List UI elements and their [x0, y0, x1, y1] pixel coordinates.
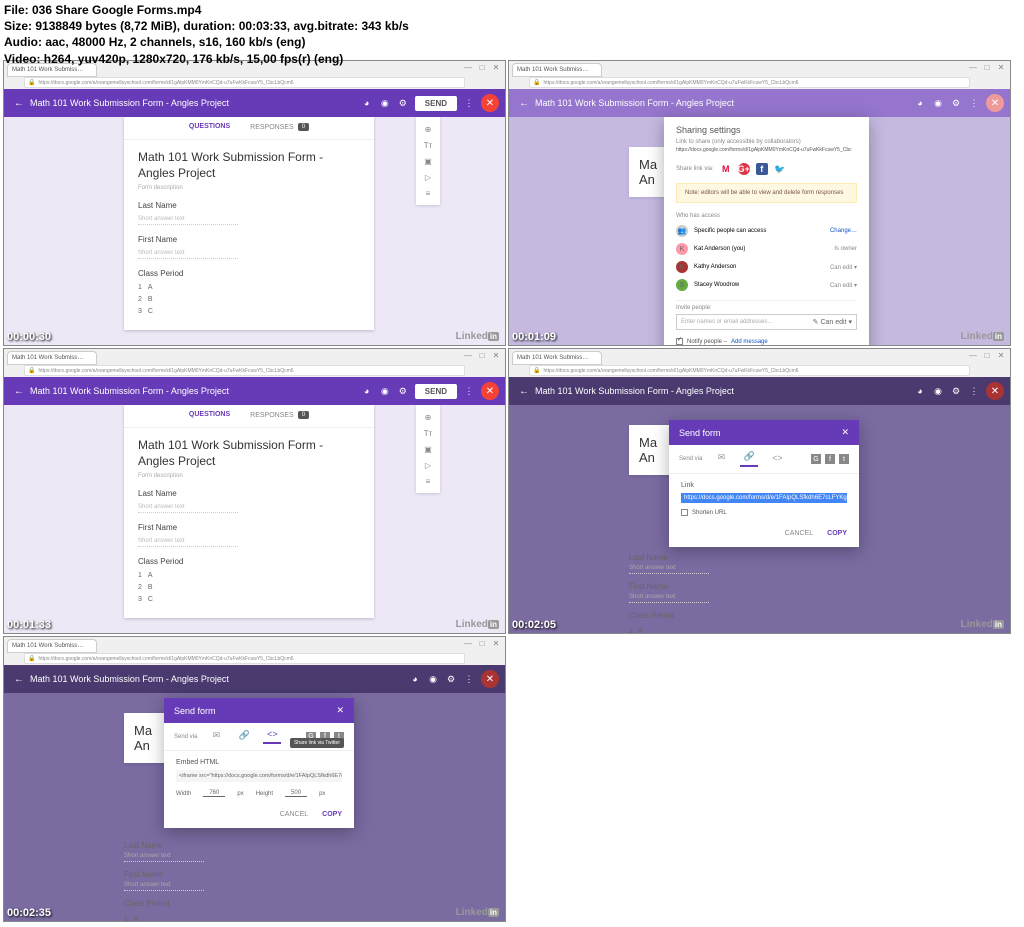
gplus-icon[interactable]: G+: [738, 163, 750, 175]
timestamp: 00:00:30: [7, 331, 51, 343]
thumb-5: Math 101 Work Submiss…—□✕🔒https://docs.g…: [3, 636, 506, 922]
add-section-icon[interactable]: ≡: [416, 185, 440, 201]
form-canvas: QUESTIONS RESPONSES0 Math 101 Work Submi…: [4, 117, 505, 345]
lock-icon: 🔒: [28, 79, 35, 86]
send-email-icon[interactable]: ✉: [207, 730, 225, 744]
sharing-dialog: Sharing settings Link to share (only acc…: [664, 117, 869, 346]
add-video-icon[interactable]: ▷: [416, 169, 440, 185]
add-title-icon[interactable]: Tᴛ: [416, 137, 440, 153]
copy-button[interactable]: COPY: [322, 811, 342, 818]
back-icon[interactable]: ←: [14, 98, 24, 109]
editor-note: Note: editors will be able to view and d…: [676, 183, 857, 203]
twitter-tooltip: Share link via Twitter: [290, 738, 344, 748]
thumb-4: Math 101 Work Submiss…—□✕🔒https://docs.g…: [508, 348, 1011, 634]
page-title: Math 101 Work Submission Form - Angles P…: [30, 98, 229, 108]
send-form-dialog: Send form✕ Send via ✉ 🔗 <> Gft Link http…: [669, 420, 859, 547]
form-desc[interactable]: Form description: [138, 185, 360, 191]
field-lastname: Last Name: [138, 201, 360, 210]
address-bar[interactable]: 🔒https://docs.google.com/a/orangemellsys…: [24, 77, 465, 88]
gplus-icon[interactable]: G: [811, 454, 821, 464]
option-b[interactable]: 2B: [138, 296, 360, 303]
add-image-icon[interactable]: ▣: [416, 153, 440, 169]
option-a[interactable]: 1A: [138, 284, 360, 291]
copy-button[interactable]: COPY: [827, 530, 847, 537]
send-button[interactable]: SEND: [415, 96, 457, 111]
add-question-icon[interactable]: ⊕: [416, 121, 440, 137]
gear-icon[interactable]: ⚙: [397, 97, 409, 109]
close-icon[interactable]: ✕: [841, 427, 849, 438]
dialog-title: Send form: [679, 428, 721, 438]
cancel-button[interactable]: CANCEL: [785, 530, 813, 537]
dialog-title: Sharing settings: [664, 117, 869, 139]
thumbnail-grid: Math 101 Work Submiss… —□✕ 🔒https://docs…: [3, 60, 1011, 922]
media-info: File: 036 Share Google Forms.mp4 Size: 9…: [4, 2, 409, 67]
share-url[interactable]: https://docs.google.com/forms/d/1gAlpKMM…: [664, 145, 869, 159]
width-input[interactable]: 760: [203, 790, 225, 797]
gmail-icon[interactable]: M: [720, 163, 732, 175]
option-c[interactable]: 3C: [138, 308, 360, 315]
twitter-icon[interactable]: t: [839, 454, 849, 464]
twitter-icon[interactable]: 🐦: [774, 163, 786, 175]
tab-responses[interactable]: RESPONSES0: [250, 123, 309, 131]
thumb-3: Math 101 Work Submiss…—□✕🔒https://docs.g…: [3, 348, 506, 634]
permission-dropdown[interactable]: ✎ Can edit ▾: [813, 318, 852, 326]
preview-icon[interactable]: ◉: [379, 97, 391, 109]
send-url-field[interactable]: https://docs.google.com/forms/d/e/1FAIpQ…: [681, 493, 847, 503]
height-input[interactable]: 500: [285, 790, 307, 797]
field-classperiod: Class Period: [138, 269, 360, 278]
form-card[interactable]: QUESTIONS RESPONSES0 Math 101 Work Submi…: [124, 117, 374, 330]
send-link-icon[interactable]: 🔗: [740, 451, 758, 467]
field-firstname: First Name: [138, 235, 360, 244]
watermark: Linkedin: [456, 331, 499, 342]
close-icon[interactable]: ✕: [481, 94, 499, 112]
access-row: 👥Specific people can accessChange…: [664, 222, 869, 240]
thumb-2: Math 101 Work Submiss… —□✕ 🔒https://docs…: [508, 60, 1011, 346]
facebook-icon[interactable]: f: [825, 454, 835, 464]
change-link[interactable]: Change…: [830, 228, 857, 234]
notify-checkbox[interactable]: [676, 338, 683, 345]
thumb-1: Math 101 Work Submiss… —□✕ 🔒https://docs…: [3, 60, 506, 346]
send-embed-icon[interactable]: <>: [768, 453, 786, 466]
thumb-6-empty: [508, 636, 1011, 922]
app-header: ← Math 101 Work Submission Form - Angles…: [4, 89, 505, 117]
side-toolbar: ⊕ Tᴛ ▣ ▷ ≡: [416, 117, 440, 205]
more-icon[interactable]: ⋮: [463, 97, 475, 109]
form-title[interactable]: Math 101 Work Submission Form - Angles P…: [138, 150, 360, 181]
palette-icon[interactable]: ◕: [361, 97, 373, 109]
tab-questions[interactable]: QUESTIONS: [189, 123, 230, 131]
invite-input[interactable]: Enter names or email addresses…✎ Can edi…: [676, 314, 857, 330]
send-email-icon[interactable]: ✉: [712, 452, 730, 466]
close-icon[interactable]: ✕: [336, 705, 344, 716]
send-embed-icon[interactable]: <>: [263, 729, 281, 744]
add-message-link[interactable]: Add message: [731, 339, 768, 345]
shorten-checkbox[interactable]: [681, 509, 688, 516]
send-form-dialog-embed: Send form✕ Send via ✉ 🔗 <> Gft Share lin…: [164, 698, 354, 828]
cancel-button[interactable]: CANCEL: [280, 811, 308, 818]
send-link-icon[interactable]: 🔗: [235, 730, 253, 744]
embed-code-field[interactable]: <iframe src="https://docs.google.com/for…: [176, 770, 342, 782]
facebook-icon[interactable]: f: [756, 163, 768, 175]
